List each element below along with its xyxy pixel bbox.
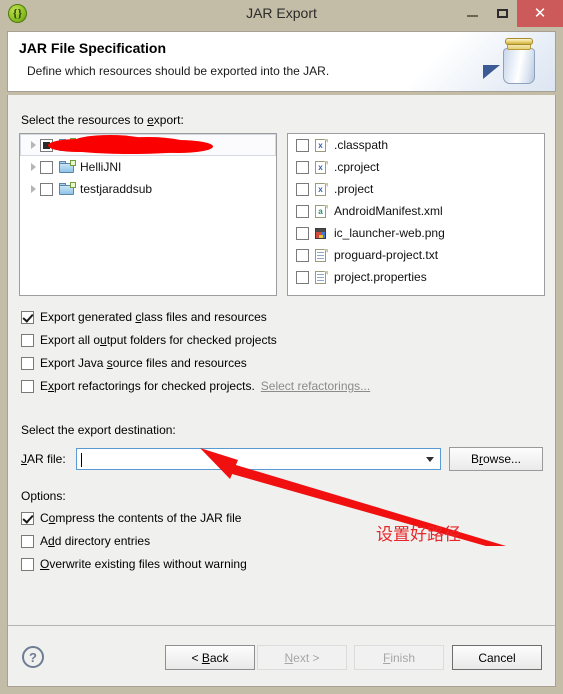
next-button: Next >	[257, 645, 347, 670]
android-xml-file-icon: a	[314, 204, 329, 219]
xml-x-file-icon: x	[314, 160, 329, 175]
checkbox-overwrite-existing[interactable]: Overwrite existing files without warning	[21, 555, 247, 573]
file-checkbox[interactable]	[296, 248, 309, 262]
checkbox-export-refactorings[interactable]: Export refactorings for checked projects…	[21, 377, 370, 395]
back-button[interactable]: < Back	[165, 645, 255, 670]
checkbox-box[interactable]	[21, 379, 34, 393]
chevron-down-icon[interactable]	[426, 457, 434, 462]
checkbox-compress-contents[interactable]: Compress the contents of the JAR file	[21, 509, 241, 527]
project-folder-icon	[58, 159, 76, 175]
maximize-button[interactable]	[487, 0, 517, 27]
list-item[interactable]: proguard-project.txt	[288, 244, 544, 266]
checkbox-box[interactable]	[21, 534, 34, 548]
minimize-button[interactable]	[457, 0, 487, 27]
xml-x-file-icon: x	[314, 138, 329, 153]
resources-label: Select the resources to export:	[21, 113, 184, 127]
file-checkbox[interactable]	[296, 160, 309, 174]
cancel-button[interactable]: Cancel	[452, 645, 542, 670]
checkbox-export-class-files[interactable]: Export generated class files and resourc…	[21, 308, 267, 326]
tree-row[interactable]: HelliJNI	[20, 156, 276, 178]
finish-label: Finish	[382, 650, 416, 665]
browse-label: Browse...	[470, 452, 522, 466]
maximize-icon	[496, 9, 508, 18]
jar-file-combobox[interactable]	[76, 448, 441, 470]
resource-file-list[interactable]: x .classpath x .cproject x .project a An…	[287, 133, 545, 296]
checkbox-label: Export refactorings for checked projects…	[40, 379, 255, 393]
checkbox-box[interactable]	[21, 511, 34, 525]
project-folder-icon	[58, 137, 76, 153]
file-checkbox[interactable]	[296, 204, 309, 218]
checkbox-box[interactable]	[21, 310, 34, 324]
file-checkbox[interactable]	[296, 226, 309, 240]
tree-row[interactable]: testjaraddsub	[20, 178, 276, 200]
file-name: proguard-project.txt	[334, 248, 439, 262]
tree-checkbox[interactable]	[40, 160, 53, 174]
image-file-icon	[314, 226, 329, 241]
file-name: .classpath	[334, 138, 389, 152]
tree-item-label: testjaraddsub	[80, 182, 153, 196]
file-checkbox[interactable]	[296, 182, 309, 196]
list-item[interactable]: x .project	[288, 178, 544, 200]
xml-x-file-icon: x	[314, 182, 329, 197]
minimize-icon	[466, 14, 478, 17]
file-checkbox[interactable]	[296, 138, 309, 152]
checkbox-add-directory-entries[interactable]: Add directory entries	[21, 532, 150, 550]
jar-file-label: JAR file:	[21, 452, 66, 466]
list-item[interactable]: x .classpath	[288, 134, 544, 156]
checkbox-label: Export all output folders for checked pr…	[40, 333, 277, 347]
file-name: ic_launcher-web.png	[334, 226, 445, 240]
expand-arrow-icon[interactable]	[26, 185, 40, 193]
banner-title: JAR File Specification	[19, 40, 167, 56]
file-checkbox[interactable]	[296, 270, 309, 284]
jar-file-icon	[483, 35, 547, 91]
close-button[interactable]: ✕	[517, 0, 563, 27]
destination-label: Select the export destination:	[21, 423, 176, 437]
list-item[interactable]: a AndroidManifest.xml	[288, 200, 544, 222]
checkbox-export-output-folders[interactable]: Export all output folders for checked pr…	[21, 331, 277, 349]
text-cursor	[81, 453, 82, 467]
next-label: Next >	[284, 650, 320, 665]
list-item[interactable]: project.properties	[288, 266, 544, 288]
checkbox-label: Compress the contents of the JAR file	[40, 511, 242, 525]
tree-row[interactable]	[20, 134, 276, 156]
project-folder-icon	[58, 181, 76, 197]
text-file-icon	[314, 270, 329, 285]
back-label: < Back	[191, 650, 229, 665]
banner-subtitle: Define which resources should be exporte…	[27, 64, 330, 78]
wizard-banner: JAR File Specification Define which reso…	[7, 31, 556, 92]
file-name: project.properties	[334, 270, 427, 284]
file-name: .cproject	[334, 160, 380, 174]
close-icon: ✕	[533, 5, 547, 22]
select-refactorings-link[interactable]: Select refactorings...	[261, 379, 370, 393]
tree-checkbox[interactable]	[40, 182, 53, 196]
checkbox-box[interactable]	[21, 356, 34, 370]
checkbox-box[interactable]	[21, 557, 34, 571]
help-button[interactable]: ?	[22, 646, 44, 668]
cancel-label: Cancel	[478, 650, 516, 665]
list-item[interactable]: x .cproject	[288, 156, 544, 178]
checkbox-export-java-sources[interactable]: Export Java source files and resources	[21, 354, 247, 372]
tree-item-label: HelliJNI	[80, 160, 122, 174]
expand-arrow-icon[interactable]	[26, 163, 40, 171]
title-bar: {} JAR Export ✕	[0, 0, 563, 27]
tree-checkbox[interactable]	[40, 138, 53, 152]
file-name: .project	[334, 182, 374, 196]
checkbox-label: Export generated class files and resourc…	[40, 310, 267, 324]
options-label: Options:	[21, 489, 66, 503]
finish-button: Finish	[354, 645, 444, 670]
list-item[interactable]: ic_launcher-web.png	[288, 222, 544, 244]
resources-tree[interactable]: HelliJNI testjaraddsub	[19, 133, 277, 296]
annotation-text: 设置好路径	[376, 525, 461, 545]
checkbox-label: Overwrite existing files without warning	[40, 557, 247, 571]
checkbox-label: Export Java source files and resources	[40, 356, 247, 370]
text-file-icon	[314, 248, 329, 263]
file-name: AndroidManifest.xml	[334, 204, 443, 218]
browse-button[interactable]: Browse...	[449, 447, 543, 471]
checkbox-label: Add directory entries	[40, 534, 151, 548]
checkbox-box[interactable]	[21, 333, 34, 347]
expand-arrow-icon[interactable]	[26, 141, 40, 149]
jar-export-dialog: {} JAR Export ✕ JAR File Specification D…	[0, 0, 563, 694]
